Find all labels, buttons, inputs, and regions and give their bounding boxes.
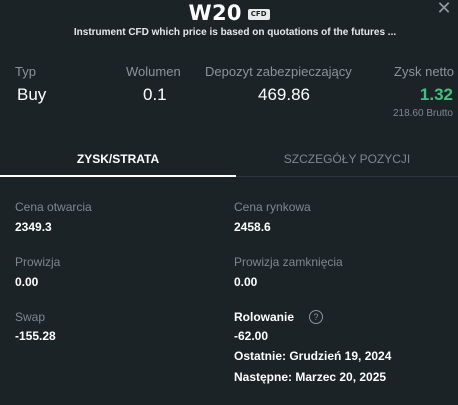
tab-position-details[interactable]: SZCZEGÓŁY POZYCJI (236, 141, 458, 177)
net-profit-value: 1.32 (419, 85, 453, 104)
volume-label: Wolumen (126, 64, 181, 79)
commission-value: 0.00 (15, 275, 39, 289)
close-icon[interactable]: ✕ (434, 0, 454, 20)
swap-value: -155.28 (15, 329, 56, 343)
rollover-next-date: Następne: Marzec 20, 2025 (234, 370, 387, 384)
margin-label: Depozyt zabezpieczający (205, 64, 352, 79)
net-profit-label: Zysk netto (394, 64, 454, 79)
rollover-label: Rolowanie (234, 310, 295, 324)
market-price-value: 2458.6 (234, 220, 271, 234)
open-price-label: Cena otwarcia (15, 200, 92, 214)
swap-label: Swap (15, 310, 46, 324)
volume-value: 0.1 (143, 85, 167, 104)
type-label: Typ (15, 64, 36, 79)
market-price-label: Cena rynkowa (234, 200, 311, 214)
margin-value: 469.86 (258, 85, 310, 104)
info-icon[interactable]: ? (309, 310, 323, 324)
cfd-badge: CFD (247, 9, 270, 20)
tab-profit-loss[interactable]: ZYSK/STRATA (0, 141, 236, 177)
type-value: Buy (17, 85, 47, 104)
header: W20 CFD ✕ Instrument CFD which price is … (0, 0, 458, 50)
position-summary: Typ Buy Wolumen 0.1 Depozyt zabezpieczaj… (0, 64, 458, 124)
profit-loss-details: Cena otwarcia 2349.3 Cena rynkowa 2458.6… (0, 195, 458, 405)
title-row: W20 CFD (0, 1, 458, 25)
gross-profit-value: 218.60 Brutto (392, 108, 453, 119)
position-panel: W20 CFD ✕ Instrument CFD which price is … (0, 0, 458, 405)
tab-bar: ZYSK/STRATA SZCZEGÓŁY POZYCJI (0, 141, 458, 177)
rollover-last-date: Ostatnie: Grudzień 19, 2024 (234, 349, 392, 363)
close-commission-value: 0.00 (234, 275, 258, 289)
commission-label: Prowizja (15, 255, 61, 269)
rollover-value: -62.00 (234, 329, 269, 343)
instrument-title: W20 (188, 1, 242, 25)
open-price-value: 2349.3 (15, 220, 52, 234)
close-commission-label: Prowizja zamknięcia (234, 255, 343, 269)
instrument-description: Instrument CFD which price is based on q… (73, 27, 397, 38)
